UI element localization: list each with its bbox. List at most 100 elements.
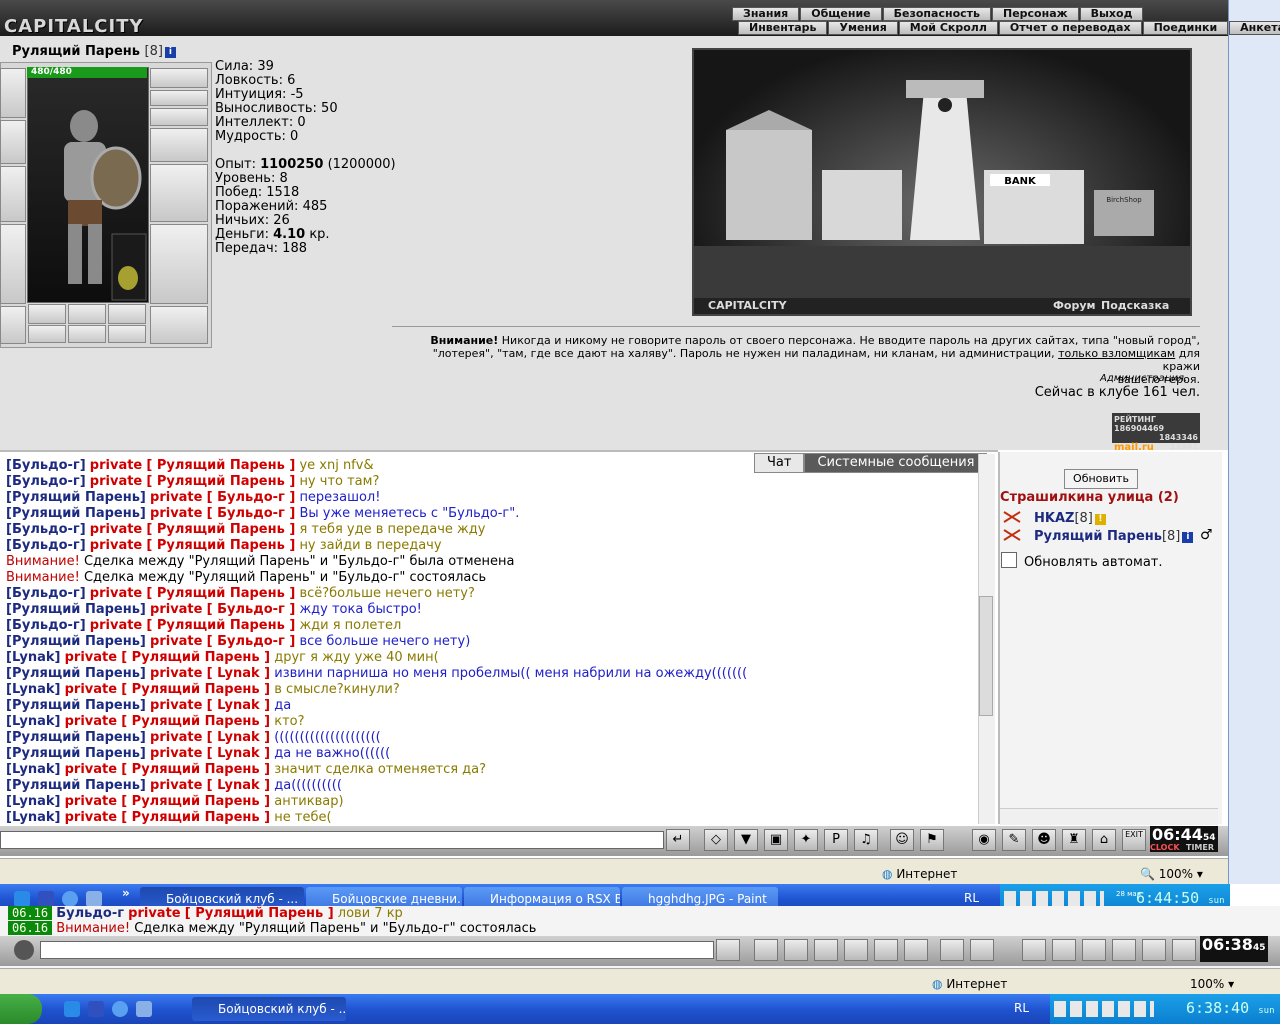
menu-knowledge[interactable]: Знания — [732, 7, 800, 21]
eraser-icon[interactable] — [754, 939, 778, 961]
chat-recipient[interactable]: Рулящий Парень — [132, 682, 260, 697]
exit-icon[interactable]: EXIT — [1122, 829, 1146, 851]
save-icon[interactable]: ▣ — [764, 829, 788, 851]
more-icon[interactable]: » — [122, 886, 130, 900]
chat-recipient[interactable]: Бульдо-г — [217, 634, 285, 649]
sound-icon[interactable] — [904, 939, 928, 961]
online-user[interactable]: HKAZ[8]! — [1034, 511, 1106, 526]
helmet-slot[interactable] — [0, 68, 26, 118]
bracer-slot[interactable] — [0, 120, 26, 164]
ie-icon[interactable] — [64, 1001, 80, 1017]
chat-sender[interactable]: Рулящий Парень — [12, 506, 140, 521]
desktop-icon[interactable] — [88, 1001, 104, 1017]
info-icon[interactable]: ! — [1094, 514, 1106, 525]
chat-recipient[interactable]: Рулящий Парень — [157, 538, 285, 553]
menu-profile[interactable]: Анкета — [1229, 21, 1280, 35]
mask-icon[interactable] — [1082, 939, 1106, 961]
tray-icons[interactable] — [1054, 1001, 1154, 1017]
smiles-icon[interactable]: ✦ — [794, 829, 818, 851]
chat-recipient[interactable]: Бульдо-г — [217, 602, 285, 617]
chat-sender[interactable]: Lynak — [12, 714, 55, 729]
chat-sender[interactable]: Рулящий Парень — [12, 490, 140, 505]
info-icon[interactable]: i — [164, 47, 176, 58]
menu-skills[interactable]: Умения — [828, 21, 898, 35]
smiles-icon[interactable] — [844, 939, 868, 961]
scroll-slot-5[interactable] — [68, 325, 106, 343]
chat-sender[interactable]: Бульдо-г — [12, 618, 80, 633]
belt-slot[interactable] — [0, 306, 26, 344]
weapon-slot[interactable] — [0, 166, 26, 222]
desktop-icon[interactable] — [38, 891, 54, 907]
menu-character[interactable]: Персонаж — [992, 7, 1079, 21]
chat-input[interactable] — [40, 941, 714, 959]
smile-icon[interactable] — [940, 939, 964, 961]
chat-recipient[interactable]: Рулящий Парень — [157, 522, 285, 537]
scroll-slot-1[interactable] — [28, 304, 66, 324]
chat-sender[interactable]: Lynak — [12, 762, 55, 777]
menu-security[interactable]: Безопасность — [882, 7, 991, 21]
menu-exit[interactable]: Выход — [1079, 7, 1144, 21]
chat-sender[interactable]: Рулящий Парень — [12, 666, 140, 681]
chat-recipient[interactable]: Lynak — [217, 778, 260, 793]
clan-icon[interactable]: ⚑ — [920, 829, 944, 851]
hackers-link[interactable]: только взломщикам — [1058, 347, 1175, 360]
clock-label[interactable]: CLOCK — [1150, 843, 1180, 852]
send-icon[interactable]: ↵ — [666, 829, 690, 851]
chat-recipient[interactable]: Рулящий Парень — [157, 586, 285, 601]
chat-input[interactable] — [0, 831, 664, 849]
scroll-slot-6[interactable] — [108, 325, 146, 343]
settings-icon[interactable] — [14, 940, 34, 960]
smile-icon[interactable]: ☺ — [890, 829, 914, 851]
app-icon[interactable] — [136, 1001, 152, 1017]
timer-label[interactable]: TIMER — [1186, 843, 1214, 852]
scroll-slot-3[interactable] — [108, 304, 146, 324]
chat-recipient[interactable]: Рулящий Парень — [132, 762, 260, 777]
chat-sender[interactable]: Рулящий Парень — [12, 778, 140, 793]
chat-recipient[interactable]: Lynak — [217, 730, 260, 745]
gloves-slot[interactable] — [150, 128, 208, 162]
translit-icon[interactable] — [874, 939, 898, 961]
scroll-icon[interactable]: ✎ — [1002, 829, 1026, 851]
chat-sender[interactable]: Рулящий Парень — [12, 698, 140, 713]
chat-recipient[interactable]: Lynak — [217, 666, 260, 681]
forum-link[interactable]: Форум — [1053, 299, 1096, 312]
taskbar-button[interactable]: Бойцовский клуб - ... — [192, 997, 346, 1021]
scroll-slot-4[interactable] — [28, 325, 66, 343]
chat-recipient[interactable]: Рулящий Парень — [157, 458, 285, 473]
clan-icon[interactable] — [970, 939, 994, 961]
chat-recipient[interactable]: Рулящий Парень — [157, 474, 285, 489]
shield-slot[interactable] — [150, 164, 208, 222]
chat-recipient[interactable]: Бульдо-г — [217, 506, 285, 521]
language-indicator[interactable]: RL — [1014, 1001, 1029, 1015]
start-button[interactable] — [0, 994, 42, 1024]
chat-sender[interactable]: Рулящий Парень — [12, 746, 140, 761]
chat-sender[interactable]: Lynak — [12, 682, 55, 697]
chat-sender[interactable]: Бульдо-г — [12, 474, 80, 489]
menu-inventory[interactable]: Инвентарь — [738, 21, 828, 35]
fight-icon[interactable] — [1002, 510, 1022, 524]
app-icon[interactable] — [86, 891, 102, 907]
leggings-slot[interactable] — [150, 224, 208, 304]
chat-recipient[interactable]: Lynak — [217, 746, 260, 761]
chat-recipient[interactable]: Бульдо-г — [217, 490, 285, 505]
filter-icon[interactable]: ▼ — [734, 829, 758, 851]
chat-sender[interactable]: Рулящий Парень — [12, 634, 140, 649]
tray-icons[interactable] — [1004, 891, 1104, 907]
armor-slot[interactable] — [0, 224, 26, 304]
earrings-slot[interactable] — [150, 68, 208, 88]
boots-slot[interactable] — [150, 306, 208, 344]
add-friend-icon[interactable]: ♂ — [1200, 527, 1213, 543]
language-indicator[interactable]: RL — [964, 891, 979, 905]
rating-counter[interactable]: РЕЙТИНГ 186904469 1843346 mail.ru 11942 — [1112, 413, 1200, 453]
rings-slot[interactable] — [150, 108, 208, 126]
chat-recipient[interactable]: Рулящий Парень — [157, 618, 285, 633]
chat-recipient[interactable]: Lynak — [217, 698, 260, 713]
refresh-button[interactable]: Обновить — [1064, 469, 1138, 489]
menu-transfer-report[interactable]: Отчет о переводах — [998, 21, 1142, 35]
chat-scroll-thumb[interactable] — [979, 596, 993, 716]
helmet-icon[interactable] — [1112, 939, 1136, 961]
info-icon[interactable]: i — [1182, 532, 1194, 543]
town-map[interactable]: BANK BirchShop — [692, 48, 1192, 316]
chat-sender[interactable]: Lynak — [12, 794, 55, 809]
door-icon[interactable] — [1142, 939, 1166, 961]
